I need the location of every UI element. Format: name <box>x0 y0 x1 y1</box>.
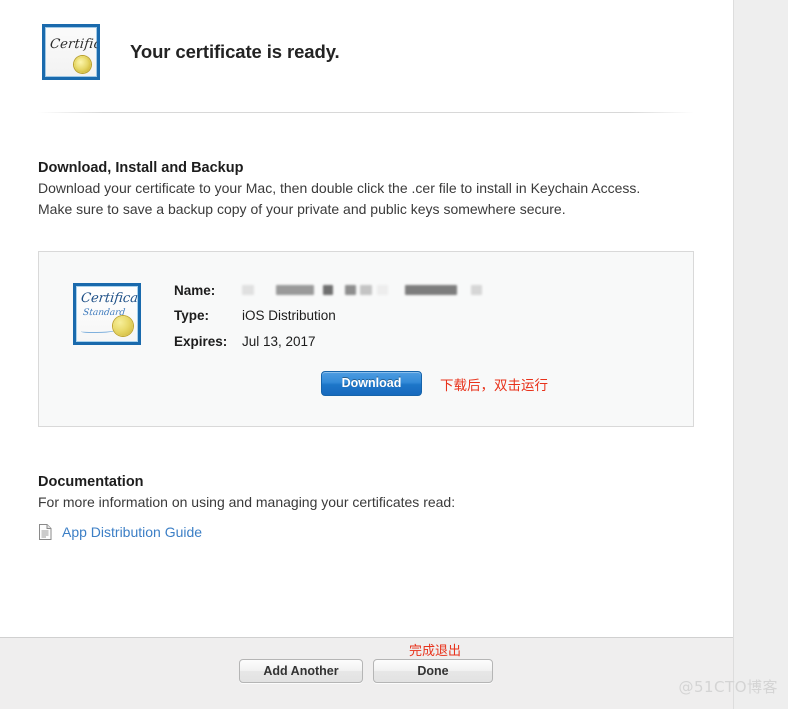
page-header: Certificate Your certificate is ready. <box>42 24 340 80</box>
redaction-gap <box>388 285 405 295</box>
redaction-block <box>360 285 372 295</box>
redaction-gap <box>333 285 345 295</box>
redaction-block <box>242 285 254 295</box>
certificate-expires-value: Jul 13, 2017 <box>242 334 316 349</box>
download-section-heading: Download, Install and Backup <box>38 160 244 176</box>
certificate-seal-icon <box>113 316 133 336</box>
certificate-icon-label: Certificate <box>49 37 100 52</box>
redaction-block <box>323 285 333 295</box>
certificate-row-type: Type: iOS Distribution <box>174 308 482 334</box>
footer-annotation-note: 完成退出 <box>409 644 462 659</box>
done-button[interactable]: Done <box>373 659 493 683</box>
certificate-card: Certificate Standard Name: Type: iOS Dis… <box>38 251 694 427</box>
redaction-gap <box>314 285 323 295</box>
documentation-section: Documentation For more information on us… <box>38 474 638 513</box>
redaction-block <box>345 285 356 295</box>
app-distribution-guide-link[interactable]: App Distribution Guide <box>62 524 202 540</box>
certificate-row-expires: Expires: Jul 13, 2017 <box>174 334 482 360</box>
download-section-body: Download your certificate to your Mac, t… <box>38 180 641 217</box>
certificate-expires-label: Expires: <box>174 334 228 349</box>
certificate-thumbnail-icon: Certificate Standard <box>73 283 141 345</box>
page-title: Your certificate is ready. <box>130 41 340 62</box>
right-gutter-panel <box>733 0 788 709</box>
redaction-block <box>471 285 482 295</box>
certificate-detail-rows: Name: Type: iOS Distribution Expires: Ju… <box>174 282 482 360</box>
download-section: Download, Install and Backup Download yo… <box>38 160 678 220</box>
window-content: Certificate Your certificate is ready. D… <box>0 0 733 637</box>
certificate-name-value-redacted <box>242 282 482 297</box>
certificate-row-name: Name: <box>174 282 482 308</box>
redaction-block <box>405 285 457 295</box>
documentation-heading: Documentation <box>38 474 144 490</box>
certificate-name-label: Name: <box>174 283 216 298</box>
certificate-type-value: iOS Distribution <box>242 308 336 323</box>
download-action-row: Download 下载后，双击运行 <box>321 371 548 396</box>
certificate-thumbnail-title: Certificate <box>80 291 141 306</box>
redaction-block <box>276 285 314 295</box>
certificate-icon: Certificate <box>42 24 100 80</box>
redaction-block <box>377 285 388 295</box>
download-annotation-note: 下载后，双击运行 <box>440 377 548 394</box>
certificate-type-label: Type: <box>174 308 210 323</box>
header-divider <box>38 112 694 113</box>
documentation-link-row[interactable]: App Distribution Guide <box>38 523 202 541</box>
add-another-button[interactable]: Add Another <box>239 659 363 683</box>
documentation-body: For more information on using and managi… <box>38 494 456 510</box>
certificate-window: Certificate Your certificate is ready. D… <box>0 0 733 709</box>
redaction-gap <box>254 285 276 295</box>
document-icon <box>38 523 53 541</box>
download-button[interactable]: Download <box>321 371 422 396</box>
watermark: @51CTO博客 <box>678 678 778 696</box>
redaction-gap <box>457 285 471 295</box>
certificate-seal-icon <box>74 56 91 73</box>
window-footer: Add Another Done <box>0 637 733 709</box>
